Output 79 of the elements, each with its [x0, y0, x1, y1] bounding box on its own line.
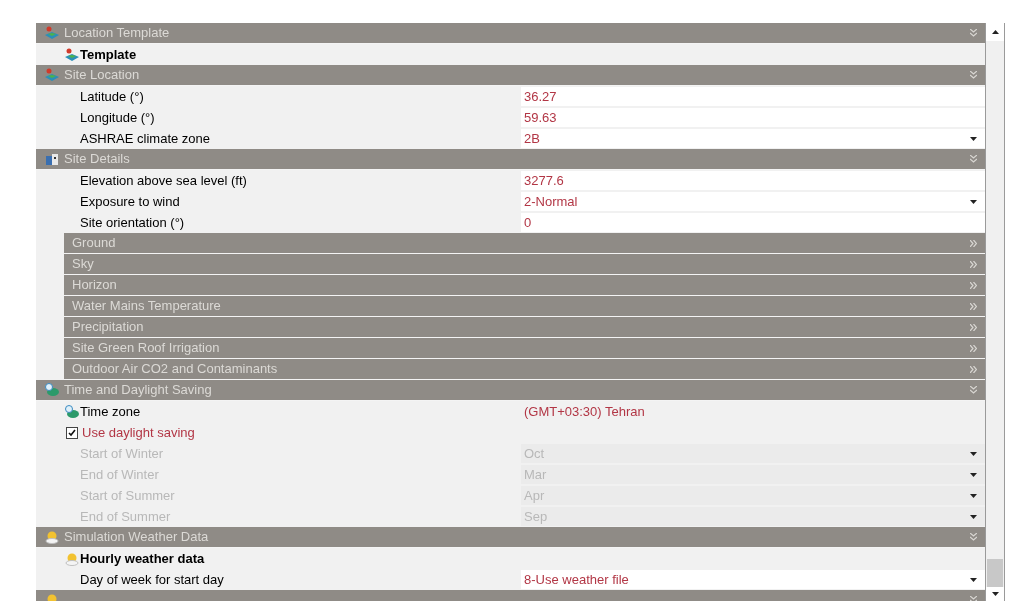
- section-title: Site Location: [64, 66, 140, 85]
- subsection-header[interactable]: Site Green Roof Irrigation: [64, 338, 985, 359]
- collapse-icon[interactable]: [970, 533, 977, 541]
- subsection-title: Horizon: [72, 276, 117, 295]
- map-icon: [64, 47, 80, 62]
- expand-icon[interactable]: [970, 239, 977, 247]
- scroll-thumb[interactable]: [987, 559, 1003, 587]
- scroll-down-icon[interactable]: [991, 592, 999, 596]
- map-icon: [44, 68, 60, 82]
- sun-cloud-icon: [64, 551, 80, 566]
- property-label: Latitude (°): [80, 88, 144, 104]
- section-header[interactable]: Time and Daylight Saving: [36, 380, 985, 401]
- collapse-icon[interactable]: [970, 155, 977, 163]
- input-field[interactable]: 59.63: [521, 108, 985, 127]
- property-label: Day of week for start day: [80, 571, 224, 587]
- section-header[interactable]: Site Details: [36, 149, 985, 170]
- section-title: Location Template: [64, 24, 170, 43]
- dropdown-field[interactable]: 8-Use weather file: [521, 570, 985, 589]
- property-label: ASHRAE climate zone: [80, 130, 211, 146]
- collapse-icon[interactable]: [970, 386, 977, 394]
- subsection-header[interactable]: Sky: [64, 254, 985, 275]
- caret-icon: [970, 136, 977, 141]
- property-label: Exposure to wind: [80, 193, 180, 209]
- caret-icon: [970, 577, 977, 582]
- subsection-title: Ground: [72, 234, 116, 253]
- collapse-icon[interactable]: [970, 29, 977, 37]
- subsection-header[interactable]: Water Mains Temperature: [64, 296, 985, 317]
- input-field[interactable]: 0: [521, 213, 985, 232]
- subsection-header[interactable]: Horizon: [64, 275, 985, 296]
- checkbox-label: Use daylight saving: [82, 423, 195, 442]
- map-icon: [44, 26, 60, 40]
- check-icon: [68, 428, 76, 437]
- input-field[interactable]: 36.27: [521, 87, 985, 106]
- group-title: Hourly weather data: [80, 549, 205, 568]
- property-label: Longitude (°): [80, 109, 155, 125]
- expand-icon[interactable]: [970, 281, 977, 289]
- property-label: Site orientation (°): [80, 214, 185, 230]
- subsection-title: Sky: [72, 255, 94, 274]
- caret-icon: [970, 514, 977, 519]
- dropdown-field[interactable]: 2-Normal: [521, 192, 985, 211]
- section-header[interactable]: Simulation Weather Data: [36, 527, 985, 548]
- caret-icon: [970, 493, 977, 498]
- globe-icon: [64, 404, 80, 419]
- checkbox[interactable]: [66, 426, 78, 439]
- property-value[interactable]: (GMT+03:30) Tehran: [521, 401, 645, 422]
- subsection-title: Site Green Roof Irrigation: [72, 339, 220, 358]
- property-label: End of Winter: [80, 466, 159, 482]
- section-title: Site Details: [64, 150, 130, 169]
- subsection-title: Precipitation: [72, 318, 144, 337]
- collapse-icon[interactable]: [970, 71, 977, 79]
- section-title: Simulation Weather Data: [64, 528, 209, 547]
- subsection-title: Water Mains Temperature: [72, 297, 221, 316]
- dropdown-field[interactable]: 2B: [521, 129, 985, 148]
- property-label: End of Summer: [80, 508, 171, 524]
- expand-icon[interactable]: [970, 323, 977, 331]
- caret-icon: [970, 451, 977, 456]
- expand-icon[interactable]: [970, 260, 977, 268]
- expand-icon[interactable]: [970, 344, 977, 352]
- section-title: Time and Daylight Saving: [64, 381, 212, 400]
- subsection-header[interactable]: Ground: [64, 233, 985, 254]
- caret-icon: [970, 472, 977, 477]
- section-header[interactable]: Location Template: [36, 23, 985, 44]
- expand-icon[interactable]: [970, 365, 977, 373]
- property-label: Time zone: [80, 402, 141, 421]
- scroll-up-icon[interactable]: [991, 30, 999, 34]
- group-title: Template: [80, 45, 137, 64]
- subsection-header[interactable]: Precipitation: [64, 317, 985, 338]
- section-header[interactable]: Site Location: [36, 65, 985, 86]
- expand-icon[interactable]: [970, 302, 977, 310]
- subsection-header[interactable]: Outdoor Air CO2 and Contaminants: [64, 359, 985, 380]
- sun-cloud-icon: [44, 530, 60, 544]
- property-label: Elevation above sea level (ft): [80, 172, 247, 188]
- property-label: Start of Winter: [80, 445, 164, 461]
- caret-icon: [970, 199, 977, 204]
- globe-icon: [44, 383, 60, 397]
- input-field[interactable]: 3277.6: [521, 171, 985, 190]
- property-label: Start of Summer: [80, 487, 175, 503]
- subsection-title: Outdoor Air CO2 and Contaminants: [72, 360, 278, 379]
- building-icon: [44, 152, 60, 166]
